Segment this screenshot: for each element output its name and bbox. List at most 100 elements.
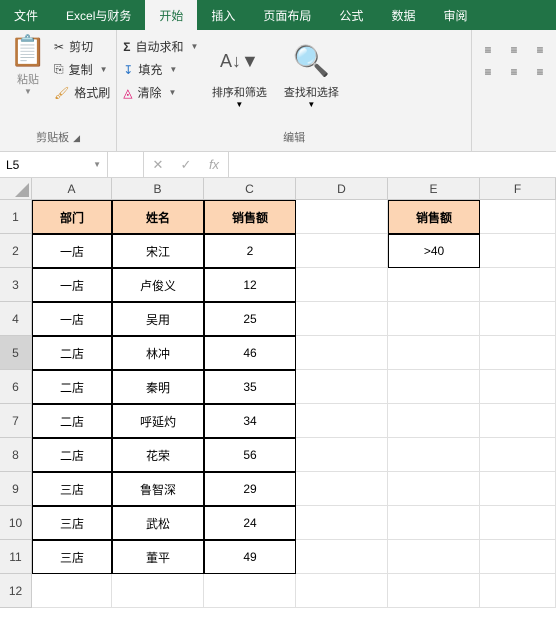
cell-C11[interactable]: 49 [204,540,296,574]
tab-7[interactable]: 审阅 [429,0,481,30]
paste-button[interactable]: 📋 粘贴 ▼ [6,34,50,127]
cell-B5[interactable]: 林冲 [112,336,204,370]
autosum-button[interactable]: Σ 自动求和 ▼ [123,38,198,55]
cell-A3[interactable]: 一店 [32,268,112,302]
cell-A11[interactable]: 三店 [32,540,112,574]
row-header-9[interactable]: 9 [0,472,32,506]
column-header-C[interactable]: C [204,178,296,200]
cell-A8[interactable]: 二店 [32,438,112,472]
cell-E3[interactable] [388,268,480,302]
cell-F1[interactable] [480,200,556,234]
cell-C6[interactable]: 35 [204,370,296,404]
cell-C10[interactable]: 24 [204,506,296,540]
column-header-F[interactable]: F [480,178,556,200]
cell-B9[interactable]: 鲁智深 [112,472,204,506]
align-middle-button[interactable]: ≡ [504,42,524,58]
format-painter-button[interactable]: 🖌 格式刷 [54,84,110,101]
cell-E4[interactable] [388,302,480,336]
cell-D11[interactable] [296,540,388,574]
tab-3[interactable]: 插入 [197,0,249,30]
cell-A1[interactable]: 部门 [32,200,112,234]
row-header-12[interactable]: 12 [0,574,32,608]
cell-A12[interactable] [32,574,112,608]
cell-B7[interactable]: 呼延灼 [112,404,204,438]
cell-F5[interactable] [480,336,556,370]
row-header-8[interactable]: 8 [0,438,32,472]
cell-F4[interactable] [480,302,556,336]
cell-D7[interactable] [296,404,388,438]
cell-C5[interactable]: 46 [204,336,296,370]
find-select-button[interactable]: 🔍 查找和选择 ▼ [280,38,342,127]
cell-F12[interactable] [480,574,556,608]
cell-B8[interactable]: 花荣 [112,438,204,472]
spreadsheet-grid[interactable]: ABCDEF1部门姓名销售额销售额2一店宋江2>403一店卢俊义124一店吴用2… [0,178,556,608]
row-header-6[interactable]: 6 [0,370,32,404]
row-header-10[interactable]: 10 [0,506,32,540]
tab-1[interactable]: Excel与财务 [52,0,145,30]
cell-F10[interactable] [480,506,556,540]
cell-D4[interactable] [296,302,388,336]
cell-F8[interactable] [480,438,556,472]
name-box-input[interactable] [6,158,76,172]
cell-A7[interactable]: 二店 [32,404,112,438]
tab-4[interactable]: 页面布局 [249,0,325,30]
tab-0[interactable]: 文件 [0,0,52,30]
tab-5[interactable]: 公式 [325,0,377,30]
sort-filter-button[interactable]: A↓▼ 排序和筛选 ▼ [208,38,270,127]
enter-icon[interactable]: ✓ [172,157,200,173]
cell-C1[interactable]: 销售额 [204,200,296,234]
cell-D1[interactable] [296,200,388,234]
row-header-2[interactable]: 2 [0,234,32,268]
cell-C12[interactable] [204,574,296,608]
column-header-B[interactable]: B [112,178,204,200]
cell-D2[interactable] [296,234,388,268]
row-header-4[interactable]: 4 [0,302,32,336]
cell-D9[interactable] [296,472,388,506]
copy-button[interactable]: ⎘ 复制 ▼ [54,61,110,78]
cell-D5[interactable] [296,336,388,370]
align-bottom-button[interactable]: ≡ [530,42,550,58]
cell-C4[interactable]: 25 [204,302,296,336]
dialog-launcher-icon[interactable]: ◢ [73,133,80,143]
select-all-corner[interactable] [0,178,32,200]
cell-B4[interactable]: 吴用 [112,302,204,336]
fill-button[interactable]: ↧ 填充 ▼ [123,61,198,78]
cell-F6[interactable] [480,370,556,404]
column-header-E[interactable]: E [388,178,480,200]
row-header-1[interactable]: 1 [0,200,32,234]
tab-2[interactable]: 开始 [145,0,197,30]
cell-E1[interactable]: 销售额 [388,200,480,234]
align-center-button[interactable]: ≡ [504,64,524,80]
cell-A4[interactable]: 一店 [32,302,112,336]
cell-B10[interactable]: 武松 [112,506,204,540]
row-header-7[interactable]: 7 [0,404,32,438]
cell-E12[interactable] [388,574,480,608]
cell-A6[interactable]: 二店 [32,370,112,404]
cell-B6[interactable]: 秦明 [112,370,204,404]
cell-B2[interactable]: 宋江 [112,234,204,268]
cell-F9[interactable] [480,472,556,506]
cell-E6[interactable] [388,370,480,404]
column-header-A[interactable]: A [32,178,112,200]
column-header-D[interactable]: D [296,178,388,200]
cell-A10[interactable]: 三店 [32,506,112,540]
cell-E2[interactable]: >40 [388,234,480,268]
cell-F11[interactable] [480,540,556,574]
name-box[interactable]: ▼ [0,152,108,177]
cell-B1[interactable]: 姓名 [112,200,204,234]
cell-F3[interactable] [480,268,556,302]
clear-button[interactable]: ◬ 清除 ▼ [123,84,198,101]
cell-C2[interactable]: 2 [204,234,296,268]
cell-F7[interactable] [480,404,556,438]
formula-input[interactable] [229,152,556,177]
cell-A2[interactable]: 一店 [32,234,112,268]
cell-E8[interactable] [388,438,480,472]
cell-C3[interactable]: 12 [204,268,296,302]
row-header-5[interactable]: 5 [0,336,32,370]
cell-E10[interactable] [388,506,480,540]
cell-D6[interactable] [296,370,388,404]
cell-D10[interactable] [296,506,388,540]
cell-E11[interactable] [388,540,480,574]
cell-E7[interactable] [388,404,480,438]
cut-button[interactable]: ✂ 剪切 [54,38,110,55]
